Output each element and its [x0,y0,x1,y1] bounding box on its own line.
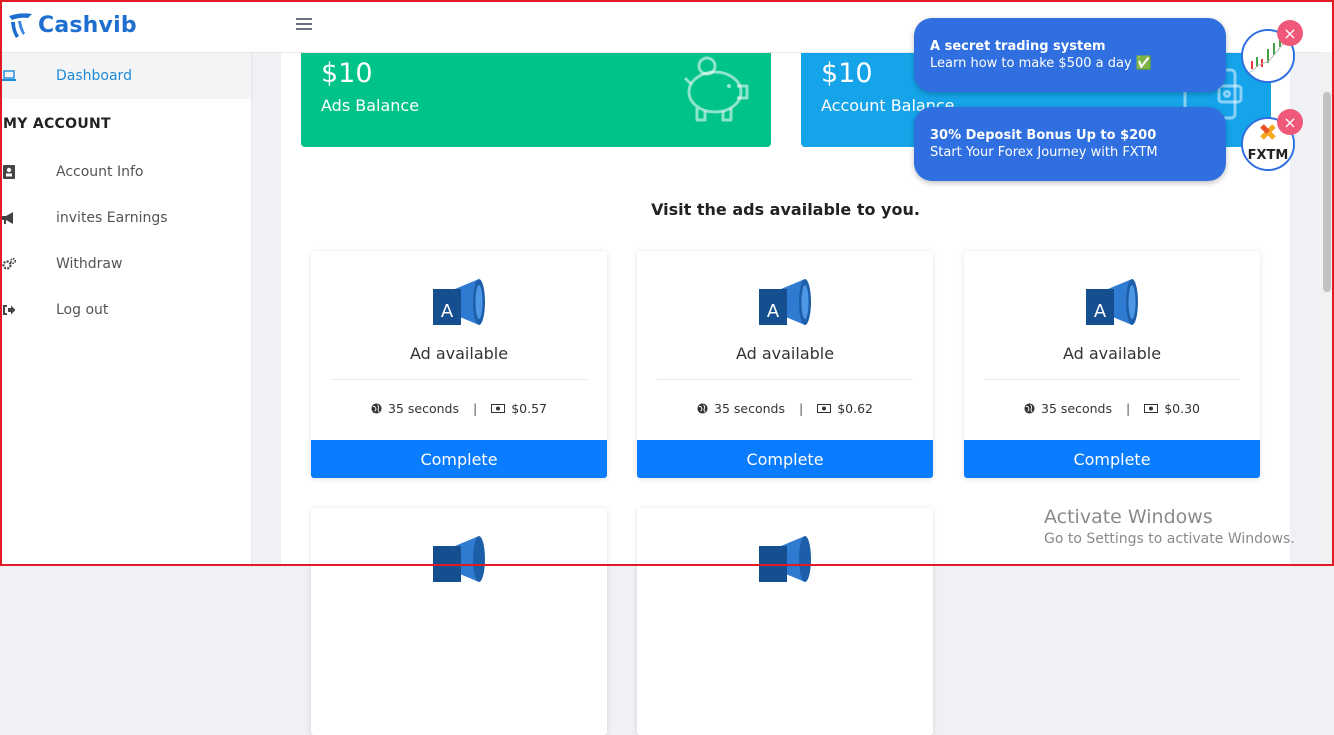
ads-balance-label: Ads Balance [321,96,420,115]
money-icon [817,404,832,413]
ad-duration: 35 seconds [1041,401,1112,416]
notification-title: A secret trading system [930,39,1106,54]
sidebar: Dashboard MY ACCOUNT Account Info invite… [0,52,252,566]
money-icon [491,404,506,413]
svg-text:FXTM: FXTM [1248,148,1289,163]
svg-text:A: A [441,301,454,322]
divider [984,379,1240,380]
windows-activation-watermark: Activate Windows Go to Settings to activ… [1044,506,1295,547]
sidebar-item-label: Withdraw [56,256,123,272]
ads-balance-amount: $10 [321,58,373,89]
notification-body: Learn how to make $500 a day ✅ [930,56,1152,71]
ad-megaphone-icon: A [759,279,811,325]
ad-megaphone-icon: A [1086,279,1138,325]
notification-body: Start Your Forex Journey with FXTM [930,145,1158,160]
close-icon[interactable]: × [1277,20,1303,46]
meta-separator: | [1125,401,1131,416]
megaphone-icon [2,211,16,225]
ads-balance-card: $10 Ads Balance [301,52,771,147]
divider [331,379,587,380]
ad-card [311,508,607,735]
ad-duration: 35 seconds [388,401,459,416]
ad-reward: $0.62 [837,401,873,416]
meta-separator: | [798,401,804,416]
ad-title: Ad available [1062,344,1162,363]
sidebar-item-account-info[interactable]: Account Info [0,149,251,195]
page-scrollbar[interactable] [1322,52,1332,566]
ad-card: A Ad available 35 seconds | $0.30 Comple… [964,251,1260,478]
ad-card: A Ad available 35 seconds | $0.57 Comple… [311,251,607,478]
watermark-subtitle: Go to Settings to activate Windows. [1044,531,1295,547]
sidebar-item-dashboard[interactable]: Dashboard [0,53,251,99]
divider [657,379,913,380]
complete-button[interactable]: Complete [311,440,607,478]
close-icon[interactable]: × [1277,109,1303,135]
watermark-title: Activate Windows [1044,506,1213,528]
ad-title: Ad available [735,344,835,363]
notification-fxtm[interactable]: 30% Deposit Bonus Up to $200 Start Your … [914,107,1226,181]
complete-button[interactable]: Complete [637,440,933,478]
notification-trading[interactable]: A secret trading system Learn how to mak… [914,18,1226,92]
sidebar-item-label: Dashboard [56,68,132,84]
ad-duration: 35 seconds [714,401,785,416]
sidebar-item-label: invites Earnings [56,210,168,226]
id-card-icon [2,165,16,179]
notification-title: 30% Deposit Bonus Up to $200 [930,128,1157,143]
globe-icon [697,403,708,414]
ad-reward: $0.30 [1164,401,1200,416]
globe-icon [371,403,382,414]
logo-icon [9,13,32,38]
svg-text:A: A [1094,301,1107,322]
ad-card [637,508,933,735]
complete-button[interactable]: Complete [964,440,1260,478]
account-balance-amount: $10 [821,58,873,89]
menu-toggle-button[interactable] [296,18,312,32]
sidebar-item-log-out[interactable]: Log out [0,287,251,333]
meta-separator: | [472,401,478,416]
ads-section-heading: Visit the ads available to you. [651,200,920,219]
ad-megaphone-icon [433,536,485,582]
sign-out-icon [2,303,16,317]
ad-meta: 35 seconds | $0.57 [311,401,607,416]
sidebar-item-withdraw[interactable]: Withdraw [0,241,251,287]
section-heading: MY ACCOUNT [3,116,111,132]
sidebar-item-label: Log out [56,302,109,318]
sidebar-item-invites-earnings[interactable]: invites Earnings [0,195,251,241]
svg-text:A: A [767,301,780,322]
ad-card: A Ad available 35 seconds | $0.62 Comple… [637,251,933,478]
globe-icon [1024,403,1035,414]
ad-reward: $0.57 [511,401,547,416]
brand-name: Cashvib [38,12,137,38]
ad-title: Ad available [409,344,509,363]
sidebar-item-label: Account Info [56,164,144,180]
laptop-icon [2,69,16,83]
money-icon [1144,404,1159,413]
ad-meta: 35 seconds | $0.30 [964,401,1260,416]
brand-logo[interactable]: Cashvib [6,10,137,40]
ad-meta: 35 seconds | $0.62 [637,401,933,416]
ad-megaphone-icon: A [433,279,485,325]
gears-icon [2,257,16,271]
scroll-thumb[interactable] [1323,92,1331,292]
piggy-bank-icon [683,56,749,122]
ad-megaphone-icon [759,536,811,582]
